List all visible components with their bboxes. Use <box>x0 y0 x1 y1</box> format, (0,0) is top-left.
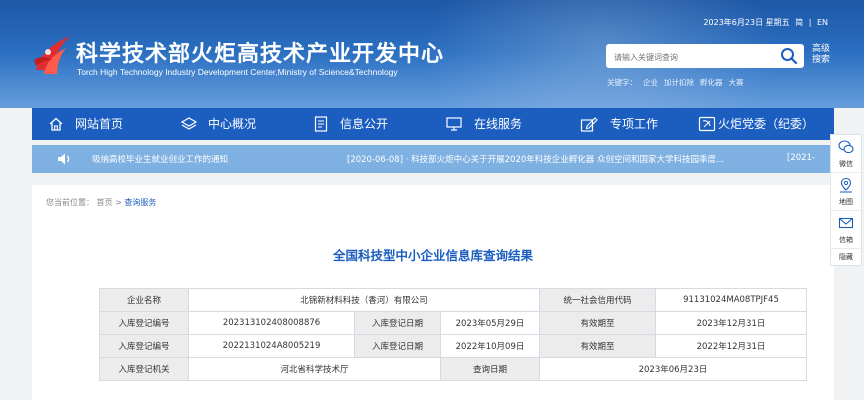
nav-label: 信息公开 <box>340 117 389 131</box>
table-label: 入库登记编号 <box>99 311 189 335</box>
breadcrumb: 您当前位置： 首页 > 查询服务 <box>46 197 156 208</box>
nav-label: 中心概况 <box>208 117 257 131</box>
table-value: 2023年05月29日 <box>440 311 540 335</box>
table-value: 202313102408008876 <box>188 311 355 335</box>
sidebar-label: 信箱 <box>839 236 853 244</box>
sidebar-hide-button[interactable]: 隐藏 <box>831 249 861 265</box>
table-row: 企业名称 北锦新材料科技（香河）有限公司 统一社会信用代码 91131024MA… <box>99 288 807 312</box>
nav-item-special-work[interactable]: 专项工作 <box>580 108 690 140</box>
nav-item-online-service[interactable]: 在线服务 <box>446 108 556 140</box>
current-date: 2023年6月23日 星期五 <box>703 18 790 27</box>
lang-en-link[interactable]: EN <box>817 18 828 27</box>
nav-label: 专项工作 <box>610 117 659 131</box>
breadcrumb-separator: > <box>115 198 122 207</box>
lang-separator: | <box>808 18 812 27</box>
lang-simplified-link[interactable]: 简 <box>795 18 803 27</box>
table-value: 2022131024A8005219 <box>188 334 355 358</box>
table-label: 入库登记日期 <box>354 311 441 335</box>
table-value: 河北省科学技术厅 <box>188 357 441 381</box>
sidebar-wechat-button[interactable]: 微信 <box>831 135 861 173</box>
table-row: 入库登记编号 2022131024A8005219 入库登记日期 2022年10… <box>99 334 807 358</box>
main-content: 您当前位置： 首页 > 查询服务 全国科技型中小企业信息库查询结果 企业名称 北… <box>32 185 834 400</box>
sidebar-label: 地图 <box>839 198 853 206</box>
speaker-icon <box>58 153 70 165</box>
table-label: 入库登记日期 <box>354 334 441 358</box>
keyword-link[interactable]: 企业 <box>643 78 658 87</box>
table-value: 91131024MA08TPJF45 <box>655 288 807 312</box>
table-value: 2022年10月09日 <box>440 334 540 358</box>
notice-link[interactable]: [2021- <box>787 153 815 163</box>
nav-item-disclosure[interactable]: 信息公开 <box>314 108 424 140</box>
party-icon <box>698 116 716 132</box>
nav-label: 在线服务 <box>474 117 523 131</box>
breadcrumb-home-link[interactable]: 首页 <box>97 198 113 207</box>
notice-ticker: 吸纳高校毕业生就业创业工作的通知 [2020-06-08] · 科技部火炬中心关… <box>32 145 834 173</box>
table-label: 入库登记编号 <box>99 334 189 358</box>
floating-sidebar: 微信 地图 信箱 隐藏 <box>830 134 862 266</box>
mail-icon <box>838 217 854 229</box>
table-value: 2023年12月31日 <box>655 311 807 335</box>
notice-link[interactable]: 吸纳高校毕业生就业创业工作的通知 <box>92 153 228 165</box>
map-pin-icon <box>840 177 852 193</box>
nav-item-about[interactable]: 中心概况 <box>180 108 290 140</box>
edit-icon <box>580 117 598 132</box>
sidebar-label: 微信 <box>839 160 853 168</box>
keyword-link[interactable]: 孵化器 <box>700 78 723 87</box>
table-row: 入库登记机关 河北省科学技术厅 查询日期 2023年06月23日 <box>99 357 807 381</box>
table-value: 2023年06月23日 <box>539 357 807 381</box>
site-header: 科学技术部火炬高技术产业开发中心 Torch High Technology I… <box>0 0 864 108</box>
wechat-icon <box>838 140 854 154</box>
site-title[interactable]: 科学技术部火炬高技术产业开发中心 <box>76 36 444 68</box>
table-value: 2022年12月31日 <box>655 334 807 358</box>
search-input[interactable] <box>612 47 776 67</box>
search-box <box>606 44 804 68</box>
sidebar-mail-button[interactable]: 信箱 <box>831 211 861 249</box>
table-label: 入库登记机关 <box>99 357 189 381</box>
torch-logo-icon[interactable] <box>30 30 74 78</box>
home-icon <box>49 117 63 131</box>
layers-icon <box>180 117 198 130</box>
sidebar-map-button[interactable]: 地图 <box>831 173 861 211</box>
nav-label: 网站首页 <box>75 117 124 131</box>
advanced-search-link[interactable]: 高级搜索 <box>812 44 836 66</box>
breadcrumb-current[interactable]: 查询服务 <box>124 198 156 207</box>
main-nav: 网站首页 中心概况 信息公开 在线服务 专项工作 火炬党委（纪委） <box>32 108 834 140</box>
monitor-icon <box>446 117 462 131</box>
search-icon[interactable] <box>780 47 798 65</box>
notice-link[interactable]: [2020-06-08] · 科技部火炬中心关于开展2020年科技企业孵化器 众… <box>347 153 724 165</box>
result-table: 企业名称 北锦新材料科技（香河）有限公司 统一社会信用代码 91131024MA… <box>99 288 807 381</box>
table-label: 查询日期 <box>440 357 540 381</box>
keyword-link[interactable]: 大赛 <box>729 78 744 87</box>
nav-item-party[interactable]: 火炬党委（纪委） <box>698 108 828 140</box>
table-row: 入库登记编号 202313102408008876 入库登记日期 2023年05… <box>99 311 807 335</box>
hot-keywords: 关键字： 企业 加计扣除 孵化器 大赛 <box>607 77 750 88</box>
table-value: 北锦新材料科技（香河）有限公司 <box>188 288 540 312</box>
table-label: 有效期至 <box>539 311 656 335</box>
top-utility-bar: 2023年6月23日 星期五 简 | EN <box>700 17 828 28</box>
nav-item-home[interactable]: 网站首页 <box>46 108 156 140</box>
document-icon <box>314 116 328 132</box>
page-title: 全国科技型中小企业信息库查询结果 <box>332 248 533 263</box>
keyword-link[interactable]: 加计扣除 <box>664 78 694 87</box>
nav-label: 火炬党委（纪委） <box>718 117 815 131</box>
table-label: 有效期至 <box>539 334 656 358</box>
site-title-en: Torch High Technology Industry Developme… <box>77 67 398 77</box>
table-label: 企业名称 <box>99 288 189 312</box>
breadcrumb-prefix: 您当前位置： <box>46 198 94 207</box>
keywords-label: 关键字： <box>607 78 637 87</box>
table-label: 统一社会信用代码 <box>539 288 656 312</box>
